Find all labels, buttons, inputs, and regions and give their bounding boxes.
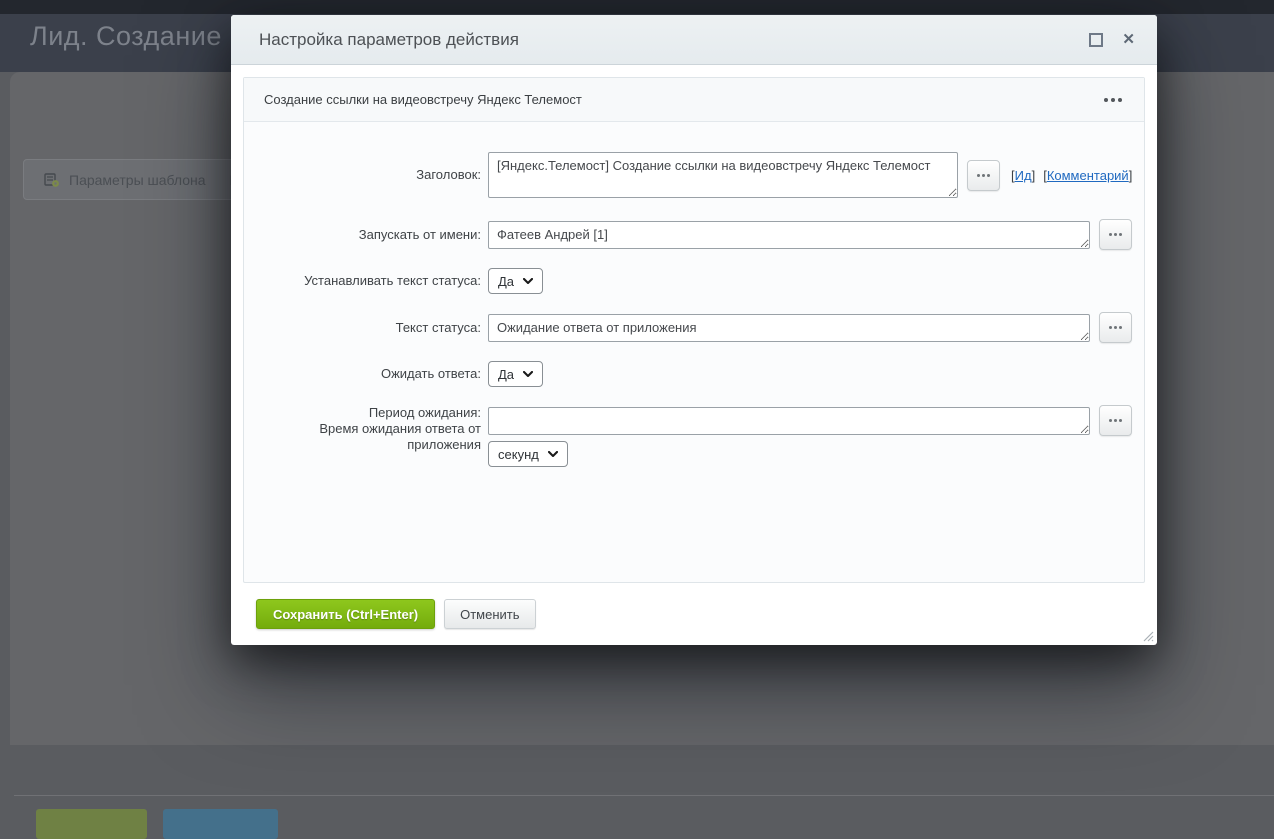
wait-period-input[interactable] xyxy=(488,406,1090,435)
title-ellipsis-button[interactable] xyxy=(967,159,1000,191)
set-status-select[interactable]: Да xyxy=(488,268,544,294)
browser-top-strip xyxy=(0,0,1274,14)
chevron-down-icon xyxy=(523,371,534,377)
wait-period-unit-select[interactable]: секунд xyxy=(488,441,568,467)
template-params-icon xyxy=(44,172,60,188)
window-controls: ✕ xyxy=(1089,32,1135,47)
status-text-ellipsis-button[interactable] xyxy=(1099,312,1132,343)
wait-response-select[interactable]: Да xyxy=(488,361,544,387)
cancel-button[interactable]: Отменить xyxy=(444,599,536,629)
ellipsis-icon xyxy=(1109,419,1112,422)
title-label: Заголовок: xyxy=(416,167,481,182)
run-as-ellipsis-button[interactable] xyxy=(1099,219,1132,250)
activity-title: Создание ссылки на видеовстречу Яндекс Т… xyxy=(264,92,582,107)
maximize-icon[interactable] xyxy=(1089,32,1104,47)
chevron-down-icon xyxy=(523,278,534,284)
form-row-set-status: Устанавливать текст статуса: Да xyxy=(244,268,1144,294)
dialog-body: Создание ссылки на видеовстречу Яндекс Т… xyxy=(231,65,1157,645)
wait-period-label: Период ожидания: Время ожидания ответа о… xyxy=(319,405,481,452)
set-status-label: Устанавливать текст статуса: xyxy=(304,273,481,288)
form-row-title: Заголовок: [Яндекс.Телемост] Создание сс… xyxy=(244,152,1144,198)
resize-grip-icon[interactable] xyxy=(1142,630,1154,642)
form-row-run-as: Запускать от имени: Фатеев Андрей [1] xyxy=(244,219,1144,250)
ellipsis-icon xyxy=(1109,326,1112,329)
activity-section: Создание ссылки на видеовстречу Яндекс Т… xyxy=(243,77,1145,583)
page-footer-panel xyxy=(14,795,1274,796)
title-textarea[interactable]: [Яндекс.Телемост] Создание ссылки на вид… xyxy=(488,152,958,198)
ellipsis-icon xyxy=(1109,233,1112,236)
wait-period-ellipsis-button[interactable] xyxy=(1099,405,1132,436)
background-save-button xyxy=(36,809,147,839)
action-settings-dialog: Настройка параметров действия ✕ Создание… xyxy=(231,15,1157,645)
run-as-label: Запускать от имени: xyxy=(358,226,481,242)
chevron-down-icon xyxy=(547,451,558,457)
title-links: [Ид] [Комментарий] xyxy=(1011,167,1133,183)
dialog-title: Настройка параметров действия xyxy=(259,29,519,49)
save-button[interactable]: Сохранить (Ctrl+Enter) xyxy=(256,599,436,629)
form-row-wait-response: Ожидать ответа: Да xyxy=(244,361,1144,387)
status-text-label: Текст статуса: xyxy=(395,319,481,335)
dialog-footer: Сохранить (Ctrl+Enter) Отменить xyxy=(243,583,1145,645)
close-icon[interactable]: ✕ xyxy=(1122,32,1135,47)
form-row-wait-period: Период ожидания: Время ожидания ответа о… xyxy=(244,405,1144,467)
ellipsis-icon xyxy=(977,173,980,177)
section-menu-button[interactable] xyxy=(1102,92,1124,108)
activity-section-header: Создание ссылки на видеовстречу Яндекс Т… xyxy=(244,78,1144,122)
background-secondary-button xyxy=(163,809,278,839)
more-horizontal-icon xyxy=(1104,97,1108,102)
comment-link[interactable]: Комментарий xyxy=(1047,168,1129,183)
run-as-input[interactable]: Фатеев Андрей [1] xyxy=(488,220,1090,249)
form-row-status-text: Текст статуса: Ожидание ответа от прилож… xyxy=(244,312,1144,343)
activity-form: Заголовок: [Яндекс.Телемост] Создание сс… xyxy=(244,122,1144,582)
status-text-input[interactable]: Ожидание ответа от приложения xyxy=(488,313,1090,342)
dialog-header: Настройка параметров действия ✕ xyxy=(231,15,1157,65)
wait-response-label: Ожидать ответа: xyxy=(380,366,481,381)
tab-template-params: Параметры шаблона xyxy=(69,171,206,188)
id-link[interactable]: Ид xyxy=(1015,168,1032,183)
